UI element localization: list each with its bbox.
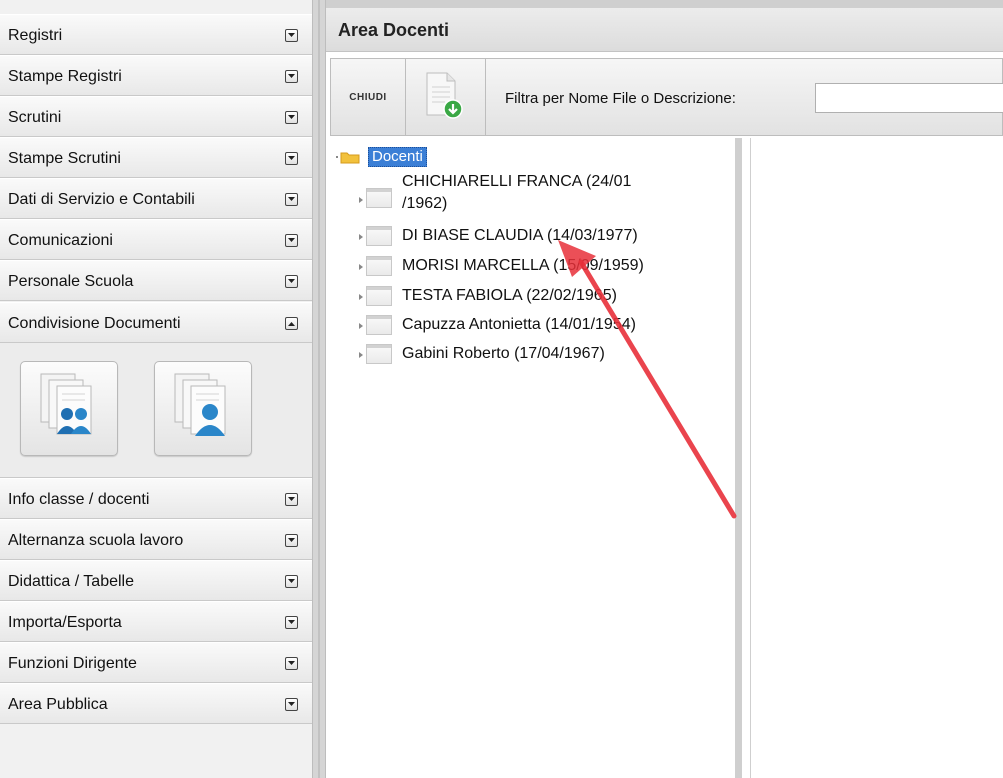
page-title: Area Docenti	[338, 20, 450, 40]
tree-node-label[interactable]: Gabini Roberto (17/04/1967)	[402, 344, 605, 364]
filter-label: Filtra per Nome File o Descrizione:	[505, 90, 736, 107]
sidebar-item-condivisione-documenti[interactable]: Condivisione Documenti	[0, 302, 312, 343]
chevron-down-icon[interactable]	[285, 234, 298, 247]
single-user-documents-icon	[174, 373, 226, 436]
chevron-down-icon[interactable]	[285, 575, 298, 588]
sidebar-item-area-pubblica[interactable]: Area Pubblica	[0, 683, 312, 724]
sidebar-item-label: Scrutini	[8, 109, 62, 126]
sidebar-item-label: Didattica / Tabelle	[8, 573, 134, 590]
condivisione-documenti-panel	[0, 343, 312, 478]
shared-documents-group-button[interactable]	[20, 361, 118, 456]
chevron-down-icon[interactable]	[285, 616, 298, 629]
chevron-down-icon[interactable]	[285, 534, 298, 547]
chevron-down-icon[interactable]	[285, 111, 298, 124]
sidebar-item-alternanza[interactable]: Alternanza scuola lavoro	[0, 519, 312, 560]
tree-node-label[interactable]: MORISI MARCELLA (15/09/1959)	[402, 256, 644, 276]
expand-arrow-icon[interactable]	[358, 263, 364, 271]
shared-documents-user-button[interactable]	[154, 361, 252, 456]
expand-arrow-icon[interactable]	[358, 293, 364, 301]
file-list-pane	[750, 138, 1003, 778]
splitter-grip	[318, 0, 320, 778]
group-documents-icon	[40, 373, 92, 435]
chevron-down-icon[interactable]	[285, 698, 298, 711]
filter-input[interactable]	[815, 83, 1003, 113]
chevron-down-icon[interactable]	[285, 493, 298, 506]
sidebar-item-label: Registri	[8, 27, 63, 44]
chevron-down-icon[interactable]	[285, 275, 298, 288]
expand-arrow-icon[interactable]	[358, 196, 364, 204]
sidebar-item-stampe-registri[interactable]: Stampe Registri	[0, 55, 312, 96]
chevron-down-icon[interactable]	[285, 152, 298, 165]
sidebar-item-info-classe[interactable]: Info classe / docenti	[0, 478, 312, 519]
tree-root-label[interactable]: Docenti	[368, 147, 427, 167]
tree-node-label[interactable]: CHICHIARELLI FRANCA (24/01	[402, 172, 631, 192]
sidebar-item-stampe-scrutini[interactable]: Stampe Scrutini	[0, 137, 312, 178]
sidebar-item-label: Alternanza scuola lavoro	[8, 532, 184, 549]
sidebar-item-importa-esporta[interactable]: Importa/Esporta	[0, 601, 312, 642]
sidebar-item-label: Importa/Esporta	[8, 614, 122, 631]
chevron-down-icon[interactable]	[285, 193, 298, 206]
tree-node-label[interactable]: DI BIASE CLAUDIA (14/03/1977)	[402, 226, 638, 246]
document-upload-icon	[426, 72, 463, 119]
sidebar-item-personale-scuola[interactable]: Personale Scuola	[0, 260, 312, 301]
upload-document-button[interactable]	[405, 59, 486, 135]
sidebar-item-label: Stampe Scrutini	[8, 150, 121, 167]
close-button[interactable]: CHIUDI	[331, 59, 406, 135]
document-icon	[366, 226, 392, 246]
sidebar-item-label: Info classe / docenti	[8, 491, 150, 508]
chevron-down-icon[interactable]	[285, 29, 298, 42]
main-area: Area Docenti CHIUDI Filtra per Nome File…	[326, 0, 1003, 778]
sidebar-item-scrutini[interactable]: Scrutini	[0, 96, 312, 137]
main-header: Area Docenti	[326, 0, 1003, 52]
document-icon	[366, 188, 392, 208]
expand-arrow-icon[interactable]	[358, 351, 364, 359]
sidebar-item-label: Personale Scuola	[8, 273, 134, 290]
sidebar: Registri Stampe Registri Scrutini Stampe…	[0, 0, 312, 778]
folder-icon	[340, 152, 360, 164]
sidebar-item-registri[interactable]: Registri	[0, 14, 312, 55]
tree-connector	[336, 156, 338, 158]
tree-node-label[interactable]: TESTA FABIOLA (22/02/1965)	[402, 286, 617, 306]
chevron-up-icon[interactable]	[285, 317, 298, 330]
sidebar-item-label: Stampe Registri	[8, 68, 122, 85]
sidebar-item-comunicazioni[interactable]: Comunicazioni	[0, 219, 312, 260]
teachers-tree: Docenti CHICHIARELLI FRANCA (24/01 /1962…	[330, 138, 742, 778]
tree-node-label-continued[interactable]: /1962)	[402, 194, 447, 214]
chevron-down-icon[interactable]	[285, 657, 298, 670]
sidebar-item-label: Area Pubblica	[8, 696, 108, 713]
sidebar-item-label: Condivisione Documenti	[8, 315, 181, 332]
sidebar-item-label: Funzioni Dirigente	[8, 655, 137, 672]
sidebar-item-label: Comunicazioni	[8, 232, 113, 249]
sidebar-item-dati-servizio[interactable]: Dati di Servizio e Contabili	[0, 178, 312, 219]
document-icon	[366, 344, 392, 364]
chevron-down-icon[interactable]	[285, 70, 298, 83]
document-icon	[366, 315, 392, 335]
expand-arrow-icon[interactable]	[358, 233, 364, 241]
document-icon	[366, 256, 392, 276]
document-icon	[366, 286, 392, 306]
expand-arrow-icon[interactable]	[358, 322, 364, 330]
tree-node-label[interactable]: Capuzza Antonietta (14/01/1954)	[402, 315, 636, 335]
sidebar-splitter[interactable]	[312, 0, 326, 778]
sidebar-item-label: Dati di Servizio e Contabili	[8, 191, 195, 208]
toolbar: CHIUDI Filtra per Nome File o Descrizion…	[330, 58, 1003, 136]
sidebar-item-funzioni-dirigente[interactable]: Funzioni Dirigente	[0, 642, 312, 683]
sidebar-item-didattica[interactable]: Didattica / Tabelle	[0, 560, 312, 601]
